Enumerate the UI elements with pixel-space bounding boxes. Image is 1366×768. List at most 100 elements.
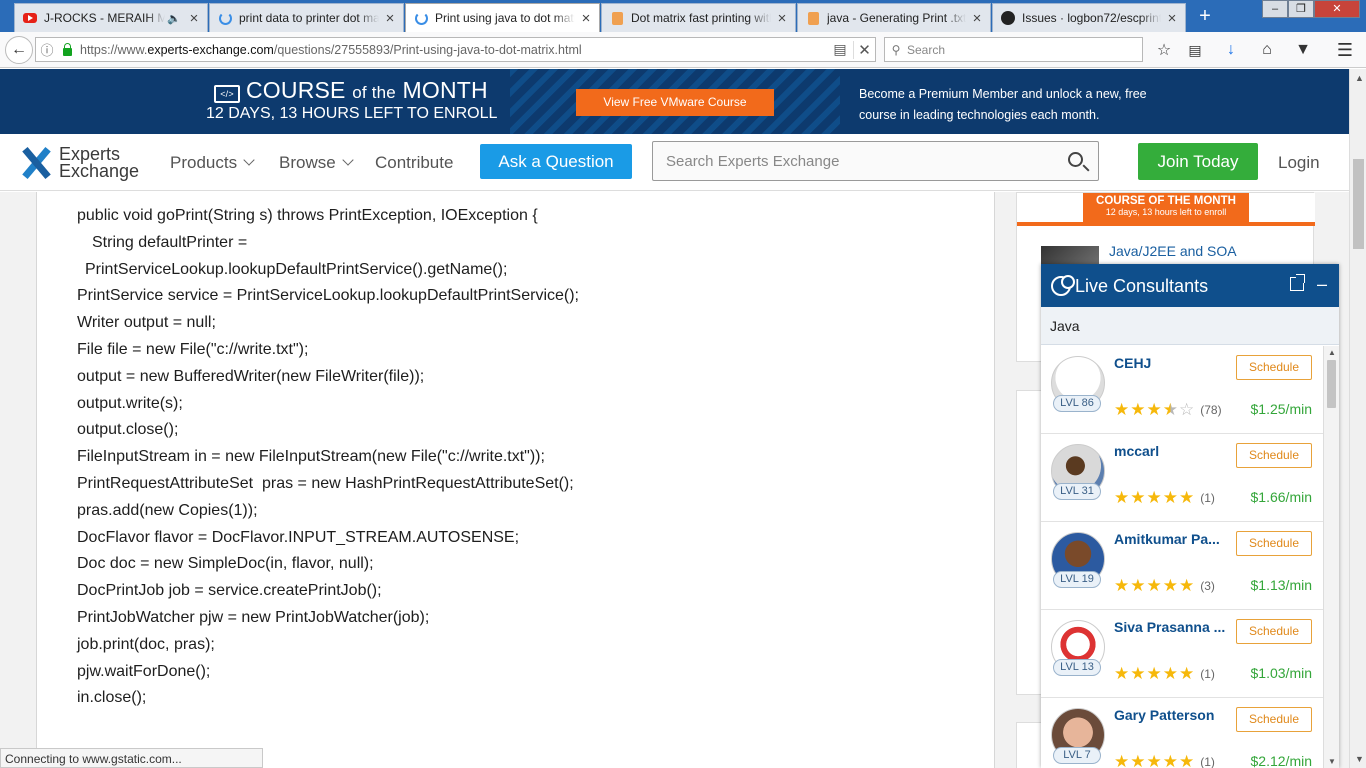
- new-tab-button[interactable]: +: [1190, 3, 1220, 29]
- level-badge: LVL 31: [1053, 483, 1101, 500]
- code-line: File file = new File("c://write.txt");: [77, 341, 309, 358]
- browser-search-input[interactable]: ⚲ Search: [884, 37, 1143, 62]
- view-free-course-button[interactable]: View Free VMware Course: [576, 89, 774, 116]
- schedule-button[interactable]: Schedule: [1236, 443, 1312, 468]
- browser-tab-strip: J-ROCKS - MERAIH MIMPI 🔈 × print data to…: [0, 0, 1366, 32]
- back-button[interactable]: ←: [5, 36, 33, 64]
- tab-title: Dot matrix fast printing with java: [631, 11, 771, 25]
- question-body: public void goPrint(String s) throws Pri…: [36, 192, 995, 768]
- scroll-up-icon[interactable]: ▲: [1328, 348, 1336, 357]
- schedule-button[interactable]: Schedule: [1236, 531, 1312, 556]
- browser-tab[interactable]: print data to printer dot matrix ×: [209, 3, 404, 32]
- reading-list-icon[interactable]: ▤: [1182, 38, 1208, 62]
- lock-icon[interactable]: [58, 42, 76, 56]
- speaker-icon[interactable]: 🔈: [167, 11, 181, 25]
- rating: ★ ★ ★ ★ ★ (1): [1114, 753, 1215, 768]
- page-scrollbar[interactable]: ▲ ▼: [1349, 69, 1366, 768]
- browser-tab-active[interactable]: Print using java to dot matrix ×: [405, 3, 600, 32]
- info-icon[interactable]: ⓘ: [36, 40, 58, 59]
- menu-icon[interactable]: ☰: [1332, 38, 1358, 62]
- browser-tab[interactable]: java - Generating Print .txt ×: [797, 3, 991, 32]
- star-full-icon: ★: [1146, 488, 1162, 507]
- rating: ★ ★ ★ ★ ★ (1): [1114, 489, 1215, 506]
- consultant-list-scrollbar[interactable]: ▲ ▼: [1323, 346, 1339, 768]
- consultant-row[interactable]: LVL 86 CEHJ Schedule ★ ★ ★ ★ ☆ (78) $1.25/min: [1041, 346, 1323, 434]
- experts-exchange-logo[interactable]: Experts Exchange: [20, 145, 139, 180]
- close-tab-icon[interactable]: ×: [187, 10, 201, 27]
- level-badge: LVL 7: [1053, 747, 1101, 764]
- widget-title: Live Consultants: [1075, 276, 1209, 296]
- star-full-icon: ★: [1146, 664, 1162, 683]
- site-search-input[interactable]: Search Experts Exchange: [652, 141, 1099, 181]
- consultant-name[interactable]: CEHJ: [1114, 355, 1236, 371]
- minimize-icon[interactable]: –: [1317, 274, 1327, 295]
- close-tab-icon[interactable]: ×: [970, 10, 984, 27]
- rating: ★ ★ ★ ★ ★ (3): [1114, 577, 1215, 594]
- star-half-icon: ★: [1162, 400, 1178, 419]
- scroll-up-icon[interactable]: ▲: [1355, 73, 1364, 83]
- home-icon[interactable]: ⌂: [1254, 38, 1280, 62]
- document-icon: [610, 11, 624, 25]
- consultant-row[interactable]: LVL 19 Amitkumar Pa... Schedule ★ ★ ★ ★ ★ (3) $1.…: [1041, 522, 1323, 610]
- popout-icon[interactable]: [1290, 274, 1305, 291]
- consultant-row[interactable]: LVL 31 mccarl Schedule ★ ★ ★ ★ ★ (1) $1.66/min: [1041, 434, 1323, 522]
- consultant-name[interactable]: Gary Patterson: [1114, 707, 1236, 723]
- close-tab-icon[interactable]: ×: [775, 10, 789, 27]
- scrollbar-thumb[interactable]: [1353, 159, 1364, 249]
- close-tab-icon[interactable]: ×: [579, 10, 593, 27]
- close-tab-icon[interactable]: ×: [383, 10, 397, 27]
- star-full-icon: ★: [1162, 576, 1178, 595]
- consultant-row[interactable]: LVL 13 Siva Prasanna ... Schedule ★ ★ ★ ★ ★ (1) $…: [1041, 610, 1323, 698]
- join-today-button[interactable]: Join Today: [1138, 143, 1258, 180]
- code-line: output.close();: [77, 421, 179, 439]
- star-empty-icon: ☆: [1179, 400, 1195, 419]
- document-icon: [806, 11, 820, 25]
- star-full-icon: ★: [1146, 400, 1162, 419]
- browser-tab[interactable]: J-ROCKS - MERAIH MIMPI 🔈 ×: [14, 3, 208, 32]
- github-icon: [1001, 11, 1015, 25]
- address-bar[interactable]: ⓘ https://www.experts-exchange.com/quest…: [35, 37, 876, 62]
- nav-contribute[interactable]: Contribute: [375, 153, 453, 173]
- minimize-window-button[interactable]: –: [1262, 0, 1288, 18]
- nav-browse[interactable]: Browse: [279, 153, 354, 173]
- code-line: public void goPrint(String s) throws Pri…: [77, 207, 538, 224]
- browser-tab[interactable]: Dot matrix fast printing with java ×: [601, 3, 796, 32]
- star-full-icon: ★: [1130, 400, 1146, 419]
- price-per-minute: $1.13/min: [1250, 577, 1312, 593]
- browser-tab[interactable]: Issues · logbon72/escprinter ×: [992, 3, 1186, 32]
- consultant-name[interactable]: Amitkumar Pa...: [1114, 531, 1236, 547]
- schedule-button[interactable]: Schedule: [1236, 355, 1312, 380]
- code-line: PrintRequestAttributeSet pras = new Hash…: [77, 475, 574, 492]
- login-link[interactable]: Login: [1278, 153, 1320, 173]
- rating: ★ ★ ★ ★ ☆ (78): [1114, 401, 1222, 418]
- search-icon[interactable]: [1068, 152, 1083, 167]
- scrollbar-thumb[interactable]: [1327, 360, 1336, 408]
- consultant-row[interactable]: LVL 7 Gary Patterson Schedule ★ ★ ★ ★ ★ (1) $2.12…: [1041, 698, 1323, 768]
- downloads-icon[interactable]: ↓: [1218, 38, 1244, 62]
- loading-icon: [218, 11, 232, 25]
- url-text[interactable]: https://www.experts-exchange.com/questio…: [76, 43, 827, 57]
- scroll-down-icon[interactable]: ▼: [1355, 754, 1364, 764]
- close-tab-icon[interactable]: ×: [1165, 10, 1179, 27]
- star-full-icon: ★: [1114, 664, 1130, 683]
- schedule-button[interactable]: Schedule: [1236, 619, 1312, 644]
- bookmark-star-icon[interactable]: ☆: [1151, 38, 1177, 62]
- nav-products[interactable]: Products: [170, 153, 255, 173]
- maximize-window-button[interactable]: ❐: [1288, 0, 1314, 18]
- code-line: output = new BufferedWriter(new FileWrit…: [77, 367, 425, 385]
- consultant-name[interactable]: Siva Prasanna ...: [1114, 619, 1236, 635]
- tab-title: Issues · logbon72/escprinter: [1022, 11, 1161, 25]
- star-full-icon: ★: [1179, 576, 1195, 595]
- schedule-button[interactable]: Schedule: [1236, 707, 1312, 732]
- code-screen-icon: </>: [214, 85, 240, 103]
- consultant-name[interactable]: mccarl: [1114, 443, 1236, 459]
- ask-question-button[interactable]: Ask a Question: [480, 144, 632, 179]
- premium-message: Become a Premium Member and unlock a new…: [859, 87, 1147, 122]
- close-window-button[interactable]: ✕: [1314, 0, 1360, 18]
- stop-loading-icon[interactable]: ✕: [853, 40, 875, 59]
- course-link[interactable]: Java/J2EE and SOA: [1109, 243, 1237, 259]
- scroll-down-icon[interactable]: ▼: [1328, 757, 1336, 766]
- pocket-icon[interactable]: ▼: [1290, 38, 1316, 62]
- star-full-icon: ★: [1146, 576, 1162, 595]
- reader-view-icon[interactable]: ▤: [827, 41, 853, 58]
